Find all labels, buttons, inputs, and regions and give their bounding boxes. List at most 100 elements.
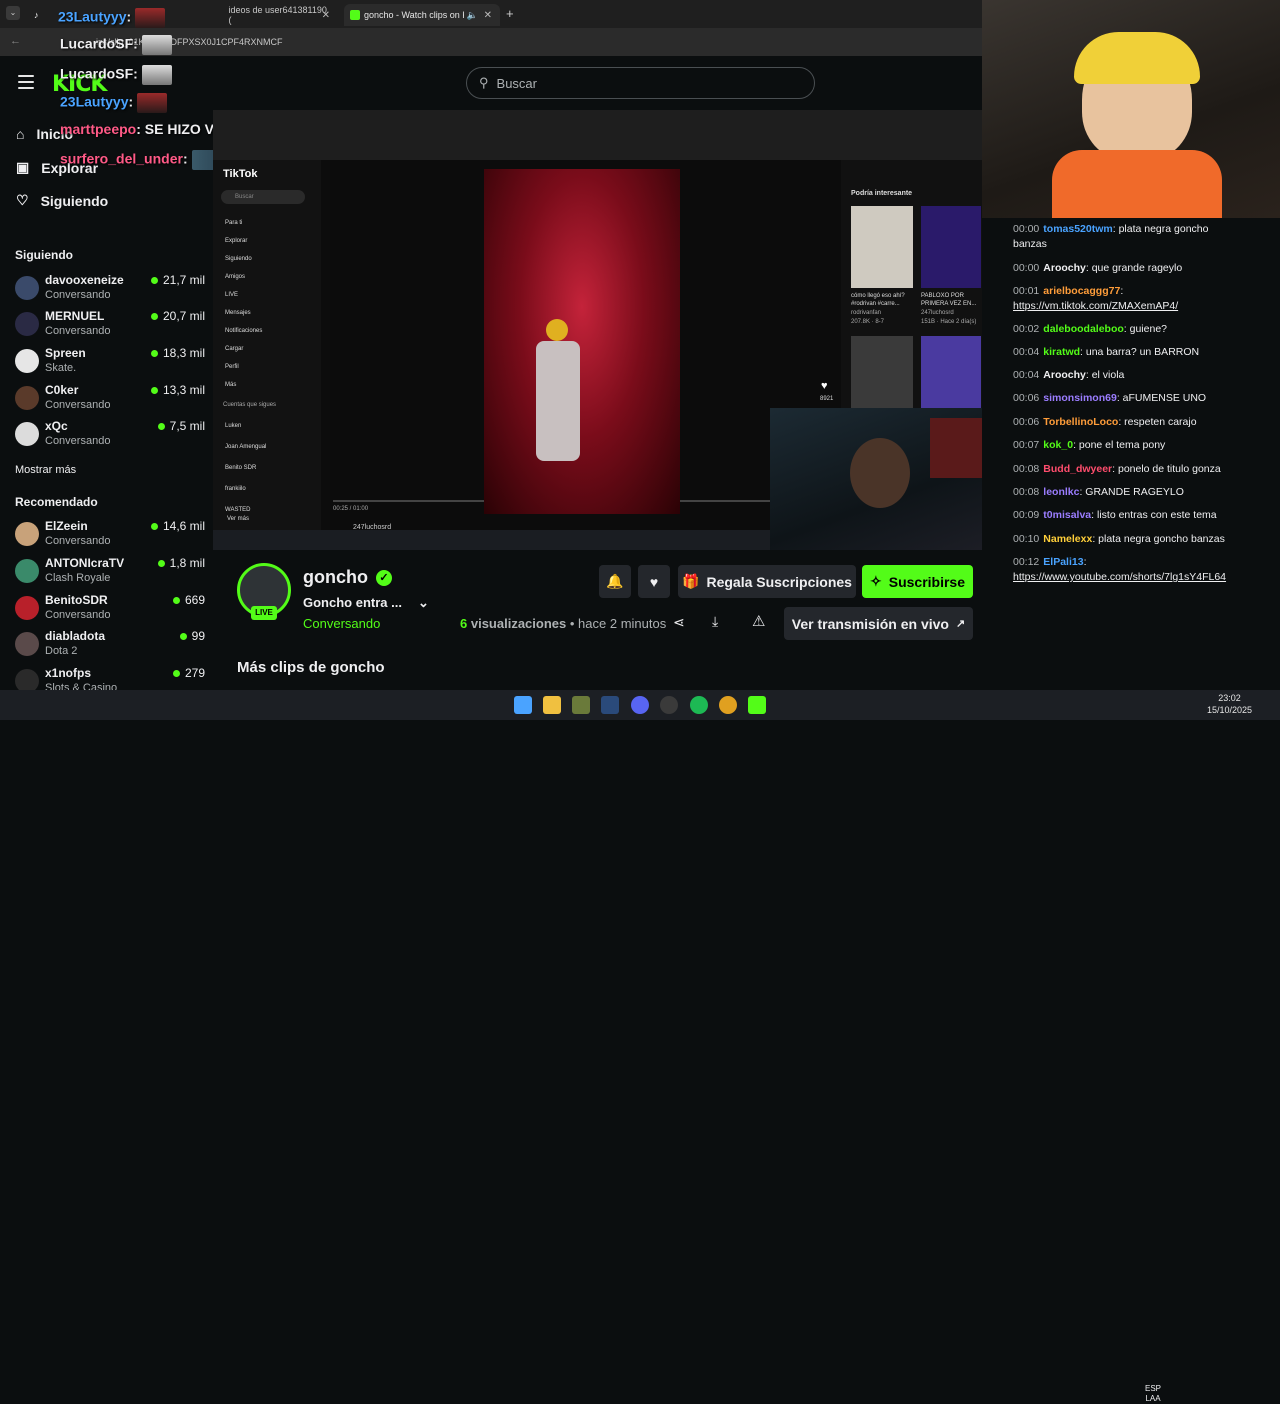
watch-live-button[interactable]: Ver transmisión en vivo ↗ <box>784 607 973 640</box>
menu-icon[interactable] <box>18 75 34 89</box>
chat-message: 00:00 Aroochy: que grande rageylo <box>1013 262 1183 274</box>
live-dot-icon <box>172 596 180 604</box>
kick-icon <box>350 10 360 20</box>
sidebar-channel-elzeein[interactable]: ElZeein Conversando 14,6 mil <box>15 519 205 553</box>
close-tab-icon[interactable]: ✕ <box>484 10 492 21</box>
recommend-stats: 151B · Hace 2 día(s) <box>921 319 977 325</box>
share-icon[interactable]: ⋖ <box>673 614 685 631</box>
viewer-count: 20,7 mil <box>150 309 205 323</box>
sidebar-channel-spreen[interactable]: Spreen Skate. 18,3 mil <box>15 346 205 380</box>
viewer-count: 279 <box>172 666 205 680</box>
subscribe-button[interactable]: ✧ Suscribirse <box>862 565 973 598</box>
channel-name: goncho <box>303 567 368 587</box>
sidebar: ⌂ Inicio ▣ Explorar ♡ Siguiendo Siguiend… <box>0 110 213 690</box>
chat-message: 00:08 leonlkc: GRANDE RAGEYLO <box>1013 486 1184 498</box>
recommend-author: rodrivanfan <box>851 310 882 316</box>
viewer-count: 99 <box>179 629 205 643</box>
chat-link[interactable]: https://vm.tiktok.com/ZMAXemAP4/ <box>1013 300 1178 312</box>
sidebar-channel-davooxeneize[interactable]: davooxeneize Conversando 21,7 mil <box>15 273 205 307</box>
live-dot-icon <box>157 559 165 567</box>
channel-category: Dota 2 <box>45 645 78 657</box>
tab-label: ideos de user641381190 ( <box>228 5 327 25</box>
tab-search-button[interactable]: ⌄ <box>6 6 20 20</box>
clip-category[interactable]: Conversando <box>303 616 380 631</box>
live-dot-icon <box>157 422 165 430</box>
views-info: 6 visualizaciones • hace 2 minutos <box>460 616 667 631</box>
channel-name: davooxeneize <box>45 273 124 287</box>
avatar <box>15 276 39 300</box>
streamer-webcam <box>982 0 1280 218</box>
chat-link[interactable]: https://www.youtube.com/shorts/7lg1sY4FL… <box>1013 571 1226 583</box>
tiktok-sidebar: TikTok Buscar Para ti Explorar Siguiendo Am… <box>213 160 321 530</box>
recommend-thumb <box>921 206 981 288</box>
viewer-count: 14,6 mil <box>150 519 205 533</box>
live-dot-icon <box>150 522 158 530</box>
live-dot-icon <box>172 669 180 677</box>
gift-icon: 🎁 <box>682 573 700 589</box>
captured-browser-chrome <box>213 110 982 160</box>
tiktok-see-more: Ver más <box>227 516 250 522</box>
channel-category: Conversando <box>45 435 111 447</box>
chat-message: 00:02 daleboodaleboo: guiene? <box>1013 323 1168 335</box>
language-indicator[interactable]: ESP LAA <box>1145 1384 1161 1404</box>
url-field[interactable]: ips/clip_01K7NBWDFPXSX0J1CPF4RXNMCF <box>96 33 976 51</box>
chrome-icon[interactable] <box>719 696 737 714</box>
search-input[interactable]: ⚲ Buscar <box>466 67 815 99</box>
chat-message: 00:06 TorbellinoLoco: respeten carajo <box>1013 416 1197 428</box>
report-icon[interactable]: ⚠ <box>752 612 765 630</box>
sidebar-channel-diabladota[interactable]: diabladota Dota 2 99 <box>15 629 205 663</box>
gift-subs-button[interactable]: 🎁 Regala Suscripciones <box>678 565 856 598</box>
tiktok-time: 00:25 / 01:00 <box>333 506 369 512</box>
viewer-count: 7,5 mil <box>157 419 205 433</box>
close-tab-icon[interactable]: ✕ <box>322 10 330 21</box>
channel-name: ANTONIcraTV <box>45 556 125 570</box>
speaker-icon: 🔈 <box>466 9 478 20</box>
emote-image <box>141 65 172 85</box>
file-explorer-icon[interactable] <box>543 696 561 714</box>
system-clock[interactable]: 23:02 15/10/2025 <box>1207 692 1252 716</box>
steam-icon[interactable] <box>601 696 619 714</box>
app-icon[interactable] <box>660 696 678 714</box>
following-title: Siguiendo <box>15 248 73 262</box>
back-icon[interactable]: ← <box>10 35 21 47</box>
notification-bell-button[interactable]: 🔔 <box>599 565 631 598</box>
download-icon[interactable]: ⤓ <box>712 613 718 630</box>
channel-name: MERNUEL <box>45 309 105 323</box>
clip-title[interactable]: Goncho entra ... ⌄ <box>303 595 429 611</box>
windows-start-icon[interactable] <box>514 696 532 714</box>
viewer-count: 1,8 mil <box>157 556 205 570</box>
heart-icon: ♥ <box>821 380 828 392</box>
tab-kick-clip[interactable]: goncho - Watch clips on Ki 🔈 ✕ <box>344 4 500 26</box>
channel-category: Conversando <box>45 609 111 621</box>
channel-category: Conversando <box>45 325 111 337</box>
live-dot-icon <box>150 386 158 394</box>
channel-name: ElZeein <box>45 519 88 533</box>
sidebar-channel-antonicratv[interactable]: ANTONIcraTV Clash Royale 1,8 mil <box>15 556 205 590</box>
channel-name-heading[interactable]: goncho ✓ <box>303 567 392 588</box>
follow-heart-button[interactable]: ♥ <box>638 565 670 598</box>
channel-category: Slots & Casino <box>45 682 118 690</box>
tiktok-likes: 8921 <box>820 396 834 402</box>
sidebar-channel-mernuel[interactable]: MERNUEL Conversando 20,7 mil <box>15 309 205 343</box>
new-tab-button[interactable]: + <box>506 6 514 21</box>
sidebar-channel-xqc[interactable]: xQc Conversando 7,5 mil <box>15 419 205 453</box>
kick-app-icon[interactable] <box>748 696 766 714</box>
spotify-icon[interactable] <box>690 696 708 714</box>
avatar <box>15 669 39 690</box>
yellow-beanie <box>1074 32 1200 84</box>
poster <box>930 418 990 478</box>
avatar <box>15 312 39 336</box>
app-icon[interactable] <box>572 696 590 714</box>
sidebar-channel-x1nofps[interactable]: x1nofps Slots & Casino 279 <box>15 666 205 690</box>
sidebar-channel-c0ker[interactable]: C0ker Conversando 13,3 mil <box>15 383 205 417</box>
channel-category: Conversando <box>45 535 111 547</box>
sidebar-channel-benitosdr[interactable]: BenitoSDR Conversando 669 <box>15 593 205 627</box>
viewer-count: 13,3 mil <box>150 383 205 397</box>
heart-icon: ♡ <box>16 192 29 208</box>
show-more-link[interactable]: Mostrar más <box>15 464 76 476</box>
avatar <box>15 349 39 373</box>
chat-message: 00:07 kok_0: pone el tema pony <box>1013 439 1166 451</box>
nav-siguiendo[interactable]: ♡ Siguiendo <box>16 192 108 209</box>
chat-message: 00:10 Namelexx: plata negra goncho banzas <box>1013 533 1225 545</box>
discord-icon[interactable] <box>631 696 649 714</box>
